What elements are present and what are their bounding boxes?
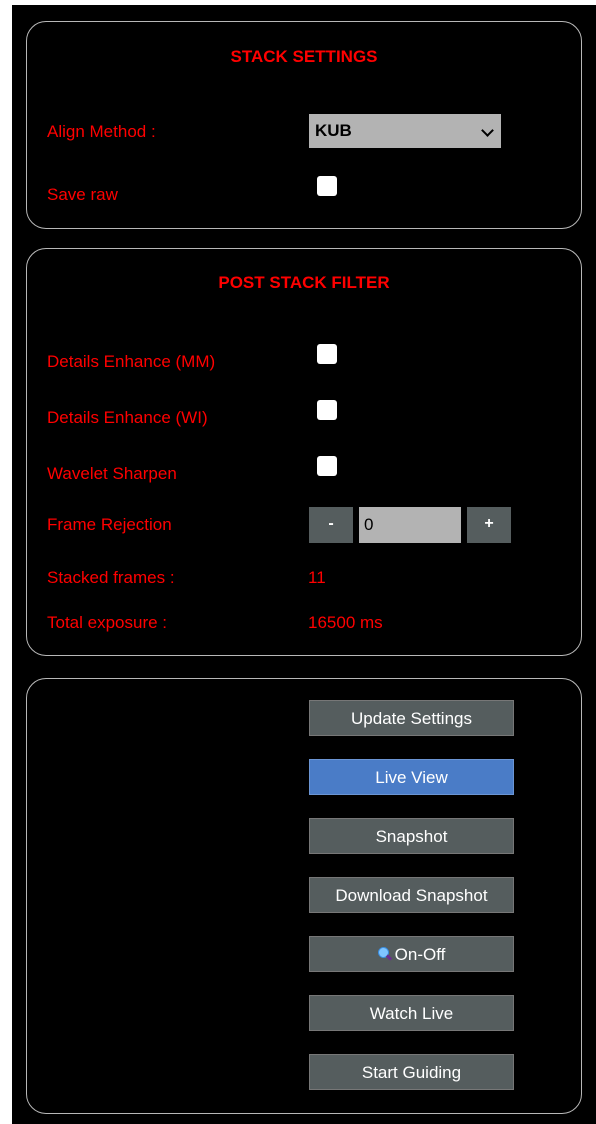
stack-settings-title: STACK SETTINGS xyxy=(230,47,378,66)
wavelet-sharpen-label: Wavelet Sharpen xyxy=(47,464,177,483)
total-exposure-value: 16500 ms xyxy=(308,613,383,632)
align-method-label: Align Method : xyxy=(47,122,156,141)
post-stack-filter-title: POST STACK FILTER xyxy=(218,273,390,292)
chevron-down-icon xyxy=(481,124,494,137)
align-method-value: KUB xyxy=(315,121,352,140)
total-exposure-label: Total exposure : xyxy=(47,613,168,632)
frame-rejection-increment-button[interactable]: + xyxy=(467,507,511,543)
save-raw-label: Save raw xyxy=(47,185,118,204)
details-enhance-mm-label: Details Enhance (MM) xyxy=(47,352,216,371)
live-view-button[interactable]: Live View xyxy=(309,759,514,795)
align-method-select[interactable]: KUB xyxy=(309,114,501,148)
snapshot-button[interactable]: Snapshot xyxy=(309,818,514,854)
watch-live-button[interactable]: Watch Live xyxy=(309,995,514,1031)
details-enhance-mm-checkbox[interactable] xyxy=(317,344,337,364)
stacked-frames-value: 11 xyxy=(308,568,326,587)
on-off-label: On-Off xyxy=(394,945,446,964)
frame-rejection-decrement-button[interactable]: - xyxy=(309,507,353,543)
frame-rejection-input[interactable]: 0 xyxy=(359,507,461,543)
frame-rejection-label: Frame Rejection xyxy=(47,515,172,534)
wavelet-sharpen-checkbox[interactable] xyxy=(317,456,337,476)
on-off-button[interactable]: On-Off xyxy=(309,936,514,972)
save-raw-checkbox[interactable] xyxy=(317,176,337,196)
stacked-frames-label: Stacked frames : xyxy=(47,568,175,587)
actions-panel: Update Settings Live View Snapshot Downl… xyxy=(26,678,582,1114)
details-enhance-wi-checkbox[interactable] xyxy=(317,400,337,420)
details-enhance-wi-label: Details Enhance (WI) xyxy=(47,408,208,427)
post-stack-filter-panel: POST STACK FILTER Details Enhance (MM) D… xyxy=(26,248,582,656)
stack-settings-panel: STACK SETTINGS Align Method : KUB Save r… xyxy=(26,21,582,229)
magnifier-icon xyxy=(377,947,392,961)
download-snapshot-button[interactable]: Download Snapshot xyxy=(309,877,514,913)
update-settings-button[interactable]: Update Settings xyxy=(309,700,514,736)
start-guiding-button[interactable]: Start Guiding xyxy=(309,1054,514,1090)
